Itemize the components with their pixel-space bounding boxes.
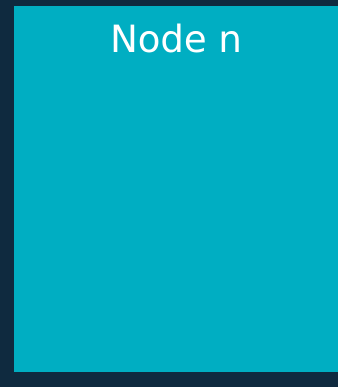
node-title: Node n [110, 18, 242, 61]
diagram-canvas: Node n [0, 0, 338, 387]
node-box[interactable]: Node n [14, 6, 338, 372]
